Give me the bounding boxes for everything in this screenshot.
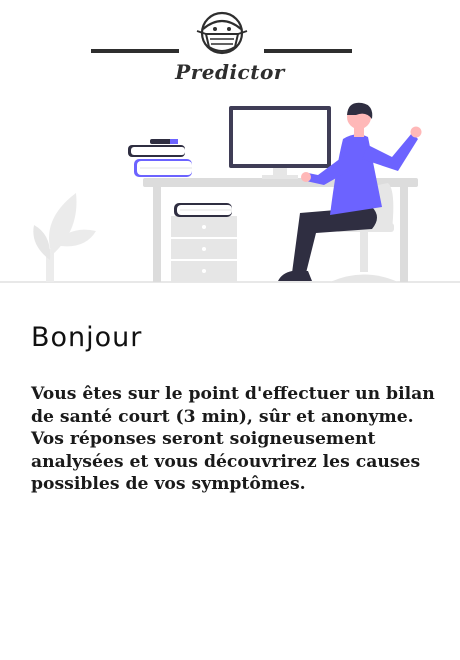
person-at-desk-illustration (0, 102, 460, 283)
book-on-cabinet (174, 203, 232, 217)
plant-icon (33, 193, 96, 282)
masked-doctor-icon (196, 11, 248, 55)
logo-divider-right (264, 49, 352, 53)
logo-text: Predictor (175, 60, 285, 84)
book-stack (128, 139, 192, 177)
app-logo: Predictor (0, 0, 460, 95)
intro-text: Vous êtes sur le point d'effectuer un bi… (31, 384, 435, 494)
greeting-heading: Bonjour (31, 322, 143, 353)
logo-divider-left (91, 49, 179, 53)
computer-monitor-icon (229, 106, 331, 179)
